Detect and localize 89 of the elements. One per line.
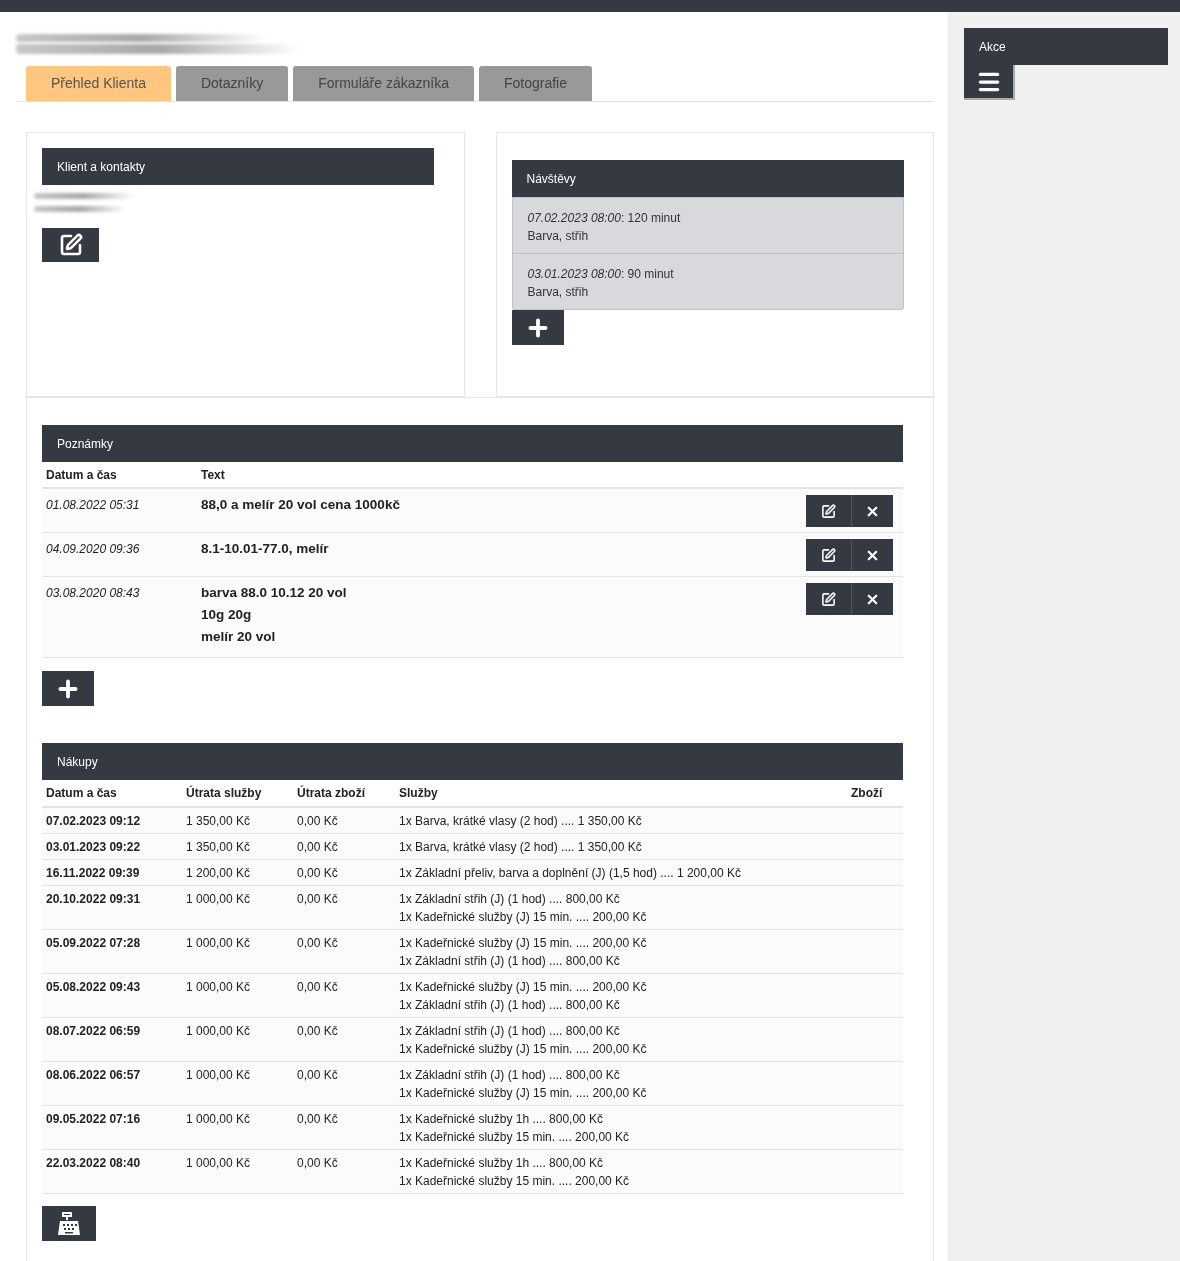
table-cell-text: 1 200,00 Kč — [186, 865, 252, 882]
cash-register-icon — [57, 1210, 81, 1237]
column-header: Datum a čas — [46, 785, 118, 802]
service-line: 1x Kadeřnické služby (J) 15 min. .... 200,00 Kč — [399, 1041, 647, 1058]
delete-button[interactable] — [852, 539, 893, 571]
table-cell-text: 22.03.2022 08:40 — [46, 1155, 142, 1172]
note-text: 88,0 a melír 20 vol cena 1000kč — [201, 496, 400, 514]
menu-button[interactable] — [964, 65, 1015, 100]
table-cell-text: 0,00 Kč — [297, 865, 339, 882]
service-line: 1x Kadeřnické služby 1h .... 800,00 Kč — [399, 1155, 604, 1172]
table-cell-text: 0,00 Kč — [297, 1111, 339, 1128]
service-line: 1x Kadeřnické služby (J) 15 min. .... 200,00 Kč — [399, 1085, 647, 1102]
table-cell-text: 0,00 Kč — [297, 935, 339, 952]
note-date: 03.08.2020 08:43 — [46, 585, 141, 602]
column-header: Datum a čas — [46, 466, 118, 484]
note-text: 8.1-10.01-77.0, melír — [201, 540, 329, 558]
table-cell-text: 1 350,00 Kč — [186, 813, 252, 830]
edit-icon — [821, 547, 836, 563]
service-line: 1x Kadeřnické služby 15 min. .... 200,00 Kč — [399, 1173, 630, 1190]
tab[interactable]: Formuláře zákazníka — [293, 66, 474, 101]
tab[interactable]: Dotazníky — [175, 66, 289, 101]
service-line: 1x Kadeřnické služby (J) 15 min. .... 200,00 Kč — [399, 909, 647, 926]
panel-header: Akce — [964, 28, 1168, 65]
table-cell-text: 09.05.2022 07:16 — [46, 1111, 142, 1128]
column-header: Služby — [399, 785, 439, 802]
register-button[interactable] — [42, 1206, 96, 1241]
edit-button[interactable] — [42, 228, 99, 262]
edit-button[interactable] — [806, 583, 852, 615]
service-line: 1x Kadeřnické služby 1h .... 800,00 Kč — [399, 1111, 604, 1128]
edit-icon — [58, 233, 83, 257]
tab[interactable]: Fotografie — [478, 66, 592, 101]
add-button[interactable] — [511, 310, 564, 345]
service-line: 1x Základní střih (J) (1 hod) .... 800,00 Kč — [399, 1023, 620, 1040]
service-line: 1x Kadeřnické služby (J) 15 min. .... 200,00 Kč — [399, 935, 647, 952]
table-cell-text: 0,00 Kč — [297, 1067, 339, 1084]
table-cell-text: 08.06.2022 06:57 — [46, 1067, 142, 1084]
edit-icon — [821, 503, 836, 519]
service-line: 1x Základní střih (J) (1 hod) .... 800,00 Kč — [399, 891, 620, 908]
service-line: 1x Kadeřnické služby (J) 15 min. .... 200,00 Kč — [399, 979, 647, 996]
table-cell-text: 05.08.2022 09:43 — [46, 979, 142, 996]
table-cell-text: 0,00 Kč — [297, 813, 339, 830]
note-text: 10g 20g — [201, 606, 252, 624]
table-cell-text: 1 000,00 Kč — [186, 979, 252, 996]
panel-header: Návštěvy — [511, 160, 904, 197]
table-cell-text: 03.01.2023 09:22 — [46, 839, 142, 856]
table-cell-text: 07.02.2023 09:12 — [46, 813, 142, 830]
edit-icon — [821, 591, 836, 607]
service-line: 1x Barva, krátké vlasy (2 hod) .... 1 350,00 Kč — [399, 839, 642, 856]
table-cell-text: 1 000,00 Kč — [186, 1067, 252, 1084]
service-line: 1x Základní střih (J) (1 hod) .... 800,00 Kč — [399, 1067, 620, 1084]
note-date: 01.08.2022 05:31 — [46, 497, 141, 514]
edit-button[interactable] — [806, 495, 852, 527]
table-cell-text: 1 000,00 Kč — [186, 1111, 252, 1128]
table-cell-text: 0,00 Kč — [297, 979, 339, 996]
table-cell-text: 0,00 Kč — [297, 891, 339, 908]
visit-item[interactable]: 03.01.2023 08:00: 90 minut Barva, střih — [512, 253, 903, 309]
note-date: 04.09.2020 09:36 — [46, 541, 141, 558]
panel-header: Klient a kontakty — [42, 148, 434, 185]
table-cell-text: 1 350,00 Kč — [186, 839, 252, 856]
table-cell-text: 0,00 Kč — [297, 839, 339, 856]
edit-button[interactable] — [806, 539, 852, 571]
service-line: 1x Základní střih (J) (1 hod) .... 800,00 Kč — [399, 997, 620, 1014]
delete-button[interactable] — [852, 583, 893, 615]
tab[interactable]: Přehled Klienta — [26, 66, 171, 101]
service-line: 1x Kadeřnické služby 15 min. .... 200,00 Kč — [399, 1129, 630, 1146]
table-cell-text: 05.09.2022 07:28 — [46, 935, 142, 952]
service-line: 1x Barva, krátké vlasy (2 hod) .... 1 350,00 Kč — [399, 813, 642, 830]
delete-button[interactable] — [852, 495, 893, 527]
note-text: barva 88.0 10.12 20 vol — [201, 584, 347, 602]
table-cell-text: 1 000,00 Kč — [186, 1155, 252, 1172]
visit-item[interactable]: 07.02.2023 08:00: 120 minut Barva, střih — [512, 198, 903, 253]
service-line: 1x Základní střih (J) (1 hod) .... 800,00 Kč — [399, 953, 620, 970]
column-header: Zboží — [851, 785, 884, 802]
table-cell-text: 1 000,00 Kč — [186, 891, 252, 908]
table-cell-text: 0,00 Kč — [297, 1023, 339, 1040]
panel-header: Nákupy — [42, 743, 903, 780]
note-text: melír 20 vol — [201, 628, 276, 646]
table-cell-text: 16.11.2022 09:39 — [46, 865, 141, 882]
table-cell-text: 1 000,00 Kč — [186, 1023, 252, 1040]
column-header: Útrata služby — [186, 784, 263, 802]
table-cell-text: 0,00 Kč — [297, 1155, 339, 1172]
table-cell-text: 20.10.2022 09:31 — [46, 891, 142, 908]
column-header: Text — [201, 466, 225, 484]
panel-header: Poznámky — [42, 425, 903, 462]
service-line: 1x Základní přeliv, barva a doplnění (J) (1,5 hod) .... 1 200,00 Kč — [399, 865, 741, 882]
column-header: Útrata zboží — [297, 784, 366, 802]
table-cell-text: 08.07.2022 06:59 — [46, 1023, 142, 1040]
table-cell-text: 1 000,00 Kč — [186, 935, 252, 952]
add-button[interactable] — [42, 671, 94, 706]
